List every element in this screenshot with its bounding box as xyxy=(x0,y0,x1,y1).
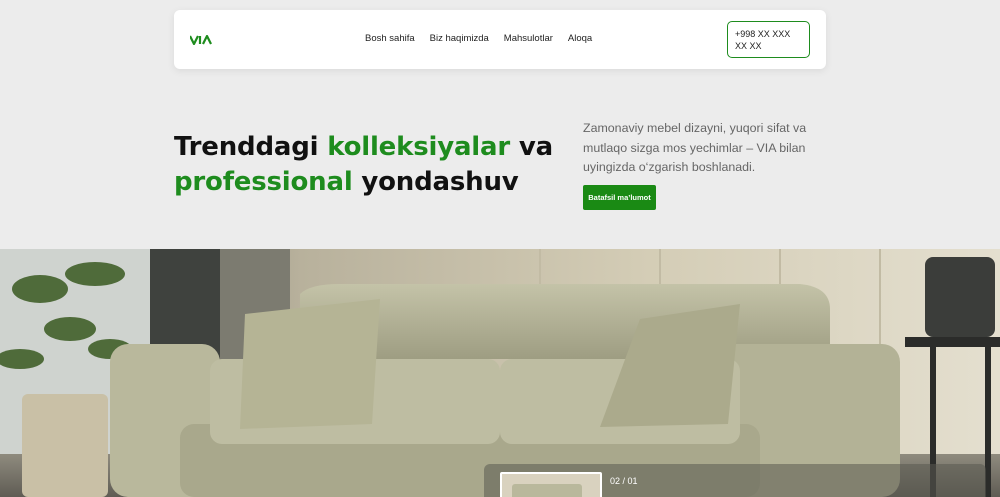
phone-button[interactable]: +998 XX XXX XX XX xyxy=(727,21,810,58)
hero-description: Zamonaviy mebel dizayni, yuqori sifat va… xyxy=(583,121,807,174)
nav-link-products[interactable]: Mahsulotlar xyxy=(504,33,553,44)
more-info-button[interactable]: Batafsil ma’lumot xyxy=(583,185,656,210)
hero-title-highlight1: kolleksiyalar xyxy=(327,132,510,162)
nav-link-contact[interactable]: Aloqa xyxy=(568,33,592,44)
hero-title-part1: Trenddagi xyxy=(174,132,328,162)
hero-title-highlight2: professional xyxy=(174,167,353,197)
navbar: Bosh sahifa Biz haqimizda Mahsulotlar Al… xyxy=(174,10,826,69)
slider-controls: 02 / 01 xyxy=(484,464,986,497)
main-nav: Bosh sahifa Biz haqimizda Mahsulotlar Al… xyxy=(365,33,607,44)
slide-thumbnail[interactable] xyxy=(500,472,602,497)
slide-counter: 02 / 01 xyxy=(610,476,638,486)
hero-title: Trenddagi kolleksiyalar va professional y… xyxy=(174,130,574,200)
hero-title-part3: yondashuv xyxy=(352,167,519,197)
hero-sofa-image xyxy=(0,249,1000,497)
via-logo[interactable] xyxy=(190,35,214,45)
hero-title-part2: va xyxy=(509,132,553,162)
nav-link-about[interactable]: Biz haqimizda xyxy=(430,33,489,44)
nav-link-home[interactable]: Bosh sahifa xyxy=(365,33,415,44)
